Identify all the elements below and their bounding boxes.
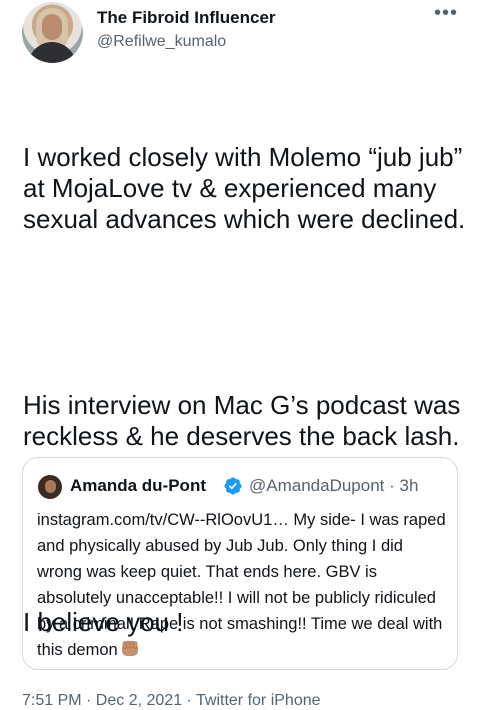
- author-display-name[interactable]: The Fibroid Influencer: [97, 8, 276, 28]
- avatar-shoulder: [28, 42, 76, 63]
- tweet-header: The Fibroid Influencer @Refilwe_kumalo •…: [0, 0, 480, 70]
- quoted-author-name: Amanda du-Pont: [70, 476, 206, 495]
- raised-fist-medium-skin-tone-icon: [121, 640, 138, 656]
- verified-badge-icon: [224, 477, 242, 495]
- quoted-avatar-face: [45, 480, 56, 493]
- avatar-face: [42, 14, 62, 40]
- quoted-tweet-body: instagram.com/tv/CW--RlOovU1… My side- I…: [37, 511, 446, 659]
- quoted-tweet-text: instagram.com/tv/CW--RlOovU1… My side- I…: [37, 507, 449, 663]
- quoted-tweet-card[interactable]: Amanda du-Pont @AmandaDupont · 3h instag…: [22, 457, 458, 670]
- author-handle[interactable]: @Refilwe_kumalo: [97, 33, 226, 51]
- author-avatar[interactable]: [22, 2, 83, 63]
- quoted-handle-time: @AmandaDupont · 3h: [249, 476, 419, 495]
- tweet-paragraph: His interview on Mac G’s podcast was rec…: [23, 390, 468, 451]
- more-horizontal-icon[interactable]: •••: [434, 3, 460, 23]
- quoted-author-avatar: [38, 475, 62, 499]
- tweet-paragraph: I worked closely with Molemo “jub jub” a…: [23, 142, 470, 234]
- tweet-timestamp-source[interactable]: 7:51 PM · Dec 2, 2021 · Twitter for iPho…: [22, 692, 321, 710]
- tweet-paragraph-spacer: [23, 297, 468, 328]
